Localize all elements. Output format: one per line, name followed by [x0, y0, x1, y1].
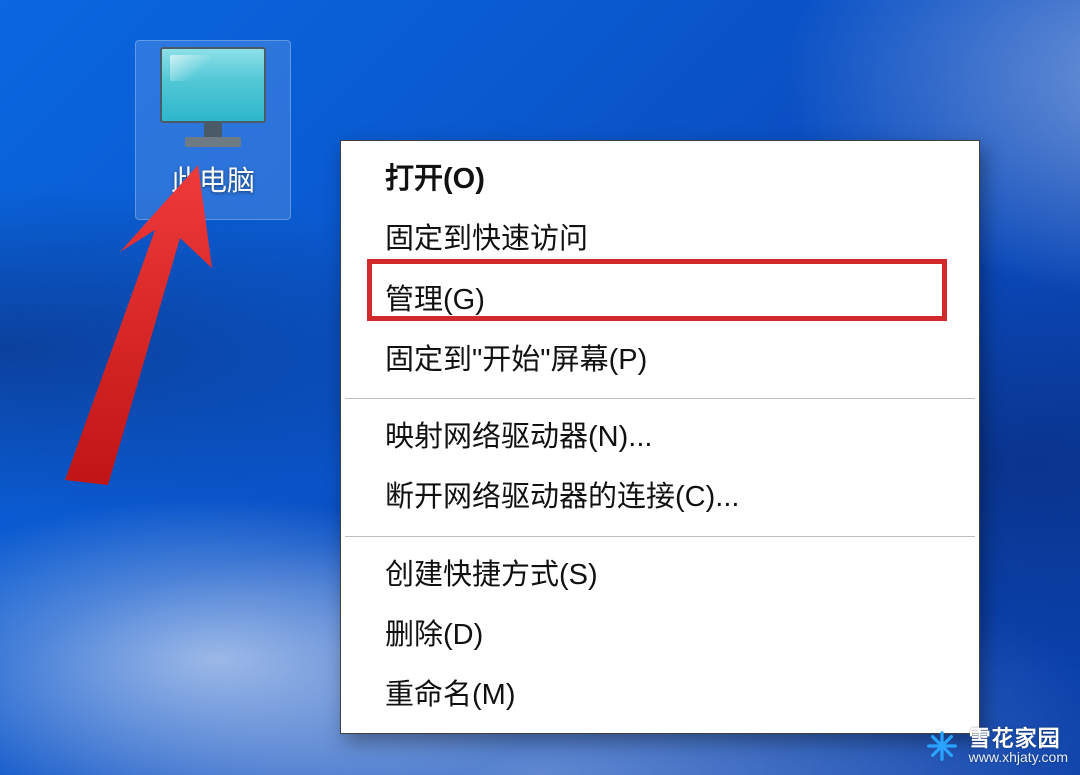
desktop-wallpaper: 此电脑 打开(O) 固定到快速访问 管理(G) 固定到"开始"屏幕(P) 映射网… — [0, 0, 1080, 775]
snowflake-icon — [925, 729, 959, 763]
watermark: 雪花家园 www.xhjaty.com — [925, 727, 1068, 765]
computer-icon — [157, 47, 269, 151]
menu-item-open[interactable]: 打开(O) — [341, 149, 979, 209]
menu-separator — [345, 398, 975, 399]
menu-separator — [345, 536, 975, 537]
menu-item-pin-start[interactable]: 固定到"开始"屏幕(P) — [341, 330, 979, 390]
menu-item-create-shortcut[interactable]: 创建快捷方式(S) — [341, 545, 979, 605]
menu-item-pin-quick-access[interactable]: 固定到快速访问 — [341, 209, 979, 269]
desktop-icon-this-pc[interactable]: 此电脑 — [135, 40, 291, 220]
menu-item-rename[interactable]: 重命名(M) — [341, 665, 979, 725]
context-menu: 打开(O) 固定到快速访问 管理(G) 固定到"开始"屏幕(P) 映射网络驱动器… — [340, 140, 980, 734]
watermark-brand: 雪花家园 — [969, 727, 1068, 750]
desktop-icon-label: 此电脑 — [171, 159, 255, 199]
menu-item-manage[interactable]: 管理(G) — [341, 270, 979, 330]
menu-item-disconnect-network-drive[interactable]: 断开网络驱动器的连接(C)... — [341, 467, 979, 527]
watermark-url: www.xhjaty.com — [969, 750, 1068, 765]
menu-item-delete[interactable]: 删除(D) — [341, 605, 979, 665]
menu-item-map-network-drive[interactable]: 映射网络驱动器(N)... — [341, 407, 979, 467]
